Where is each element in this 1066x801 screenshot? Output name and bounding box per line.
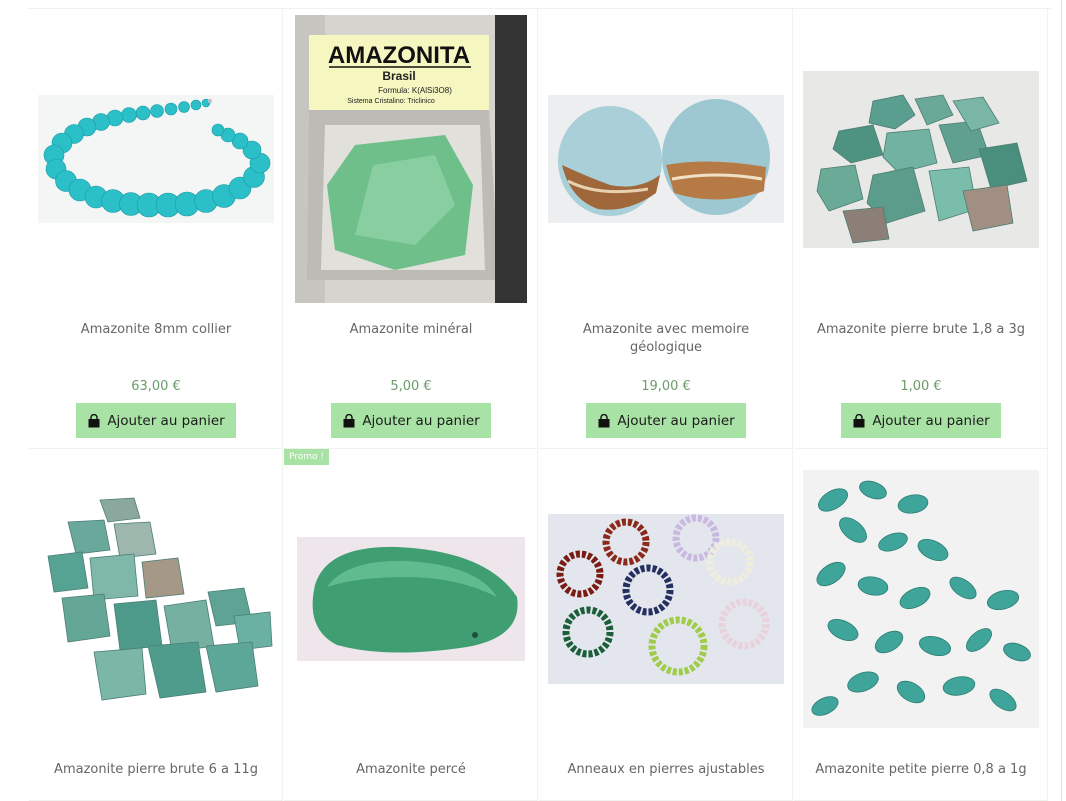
add-to-cart-label: Ajouter au panier [362,412,480,429]
box-label-origin: Brasil [382,69,415,83]
product-title[interactable]: Amazonite minéral [294,321,528,339]
rough-stones-image [38,496,274,702]
box-label-formula: Formula: K(AlSi3O8) [378,86,452,95]
mineral-box-image: AMAZONITA Brasil Formula: K(AlSi3O8) Sis… [295,15,527,303]
product-image-link[interactable] [29,9,283,309]
product-image-link[interactable] [794,449,1048,749]
product-price: 1,00 € [900,379,942,394]
shopping-bag-icon [343,413,355,427]
product-image-link[interactable] [29,449,283,749]
product-grid: Amazonite 8mm collier 63,00 € Ajouter au… [28,8,1051,801]
product-image-link[interactable]: AMAZONITA Brasil Formula: K(AlSi3O8) Sis… [284,9,538,309]
product-title[interactable]: Amazonite pierre brute 1,8 a 3g [804,321,1038,339]
product-price: 5,00 € [390,379,432,394]
product-card: Amazonite petite pierre 0,8 a 1g [794,449,1048,801]
box-label-system: Sistema Cristalino: Triclinico [347,98,435,105]
tumbled-stones-image [803,470,1039,728]
promo-badge: Promo ! [284,449,330,465]
product-card: Amazonite avec memoire géologique 19,00 … [539,9,793,449]
page-edge-rule [1061,0,1062,801]
add-to-cart-button[interactable]: Ajouter au panier [586,403,746,438]
product-card: Amazonite pierre brute 1,8 a 3g 1,00 € A… [794,9,1048,449]
pierced-stone-image [297,537,525,661]
product-price: 63,00 € [131,379,181,394]
stone-rings-image [548,514,784,684]
add-to-cart-label: Ajouter au panier [617,412,735,429]
product-card: Amazonite 8mm collier 63,00 € Ajouter au… [29,9,283,449]
product-price: 19,00 € [641,379,691,394]
box-label-name: AMAZONITA [328,42,470,69]
product-title[interactable]: Amazonite avec memoire géologique [549,321,783,357]
shopping-bag-icon [853,413,865,427]
add-to-cart-button[interactable]: Ajouter au panier [841,403,1001,438]
add-to-cart-button[interactable]: Ajouter au panier [76,403,236,438]
product-card: Promo ! Amazonite percé [284,449,538,801]
shopping-bag-icon [88,413,100,427]
rough-stones-image [803,70,1039,248]
add-to-cart-label: Ajouter au panier [872,412,990,429]
product-card: AMAZONITA Brasil Formula: K(AlSi3O8) Sis… [284,9,538,449]
product-card: Anneaux en pierres ajustables [539,449,793,801]
add-to-cart-button[interactable]: Ajouter au panier [331,403,491,438]
add-to-cart-label: Ajouter au panier [107,412,225,429]
product-title[interactable]: Amazonite 8mm collier [39,321,273,339]
product-card: Amazonite pierre brute 6 a 11g [29,449,283,801]
product-image-link[interactable] [284,449,538,749]
shopping-bag-icon [598,413,610,427]
product-title[interactable]: Amazonite percé [294,761,528,779]
product-title[interactable]: Amazonite petite pierre 0,8 a 1g [804,761,1038,779]
product-image-link[interactable] [539,9,793,309]
product-image-link[interactable] [539,449,793,749]
product-image-link[interactable] [794,9,1048,309]
polished-stones-image [548,95,784,223]
product-title[interactable]: Anneaux en pierres ajustables [549,761,783,779]
necklace-image [38,95,274,223]
product-title[interactable]: Amazonite pierre brute 6 a 11g [39,761,273,779]
